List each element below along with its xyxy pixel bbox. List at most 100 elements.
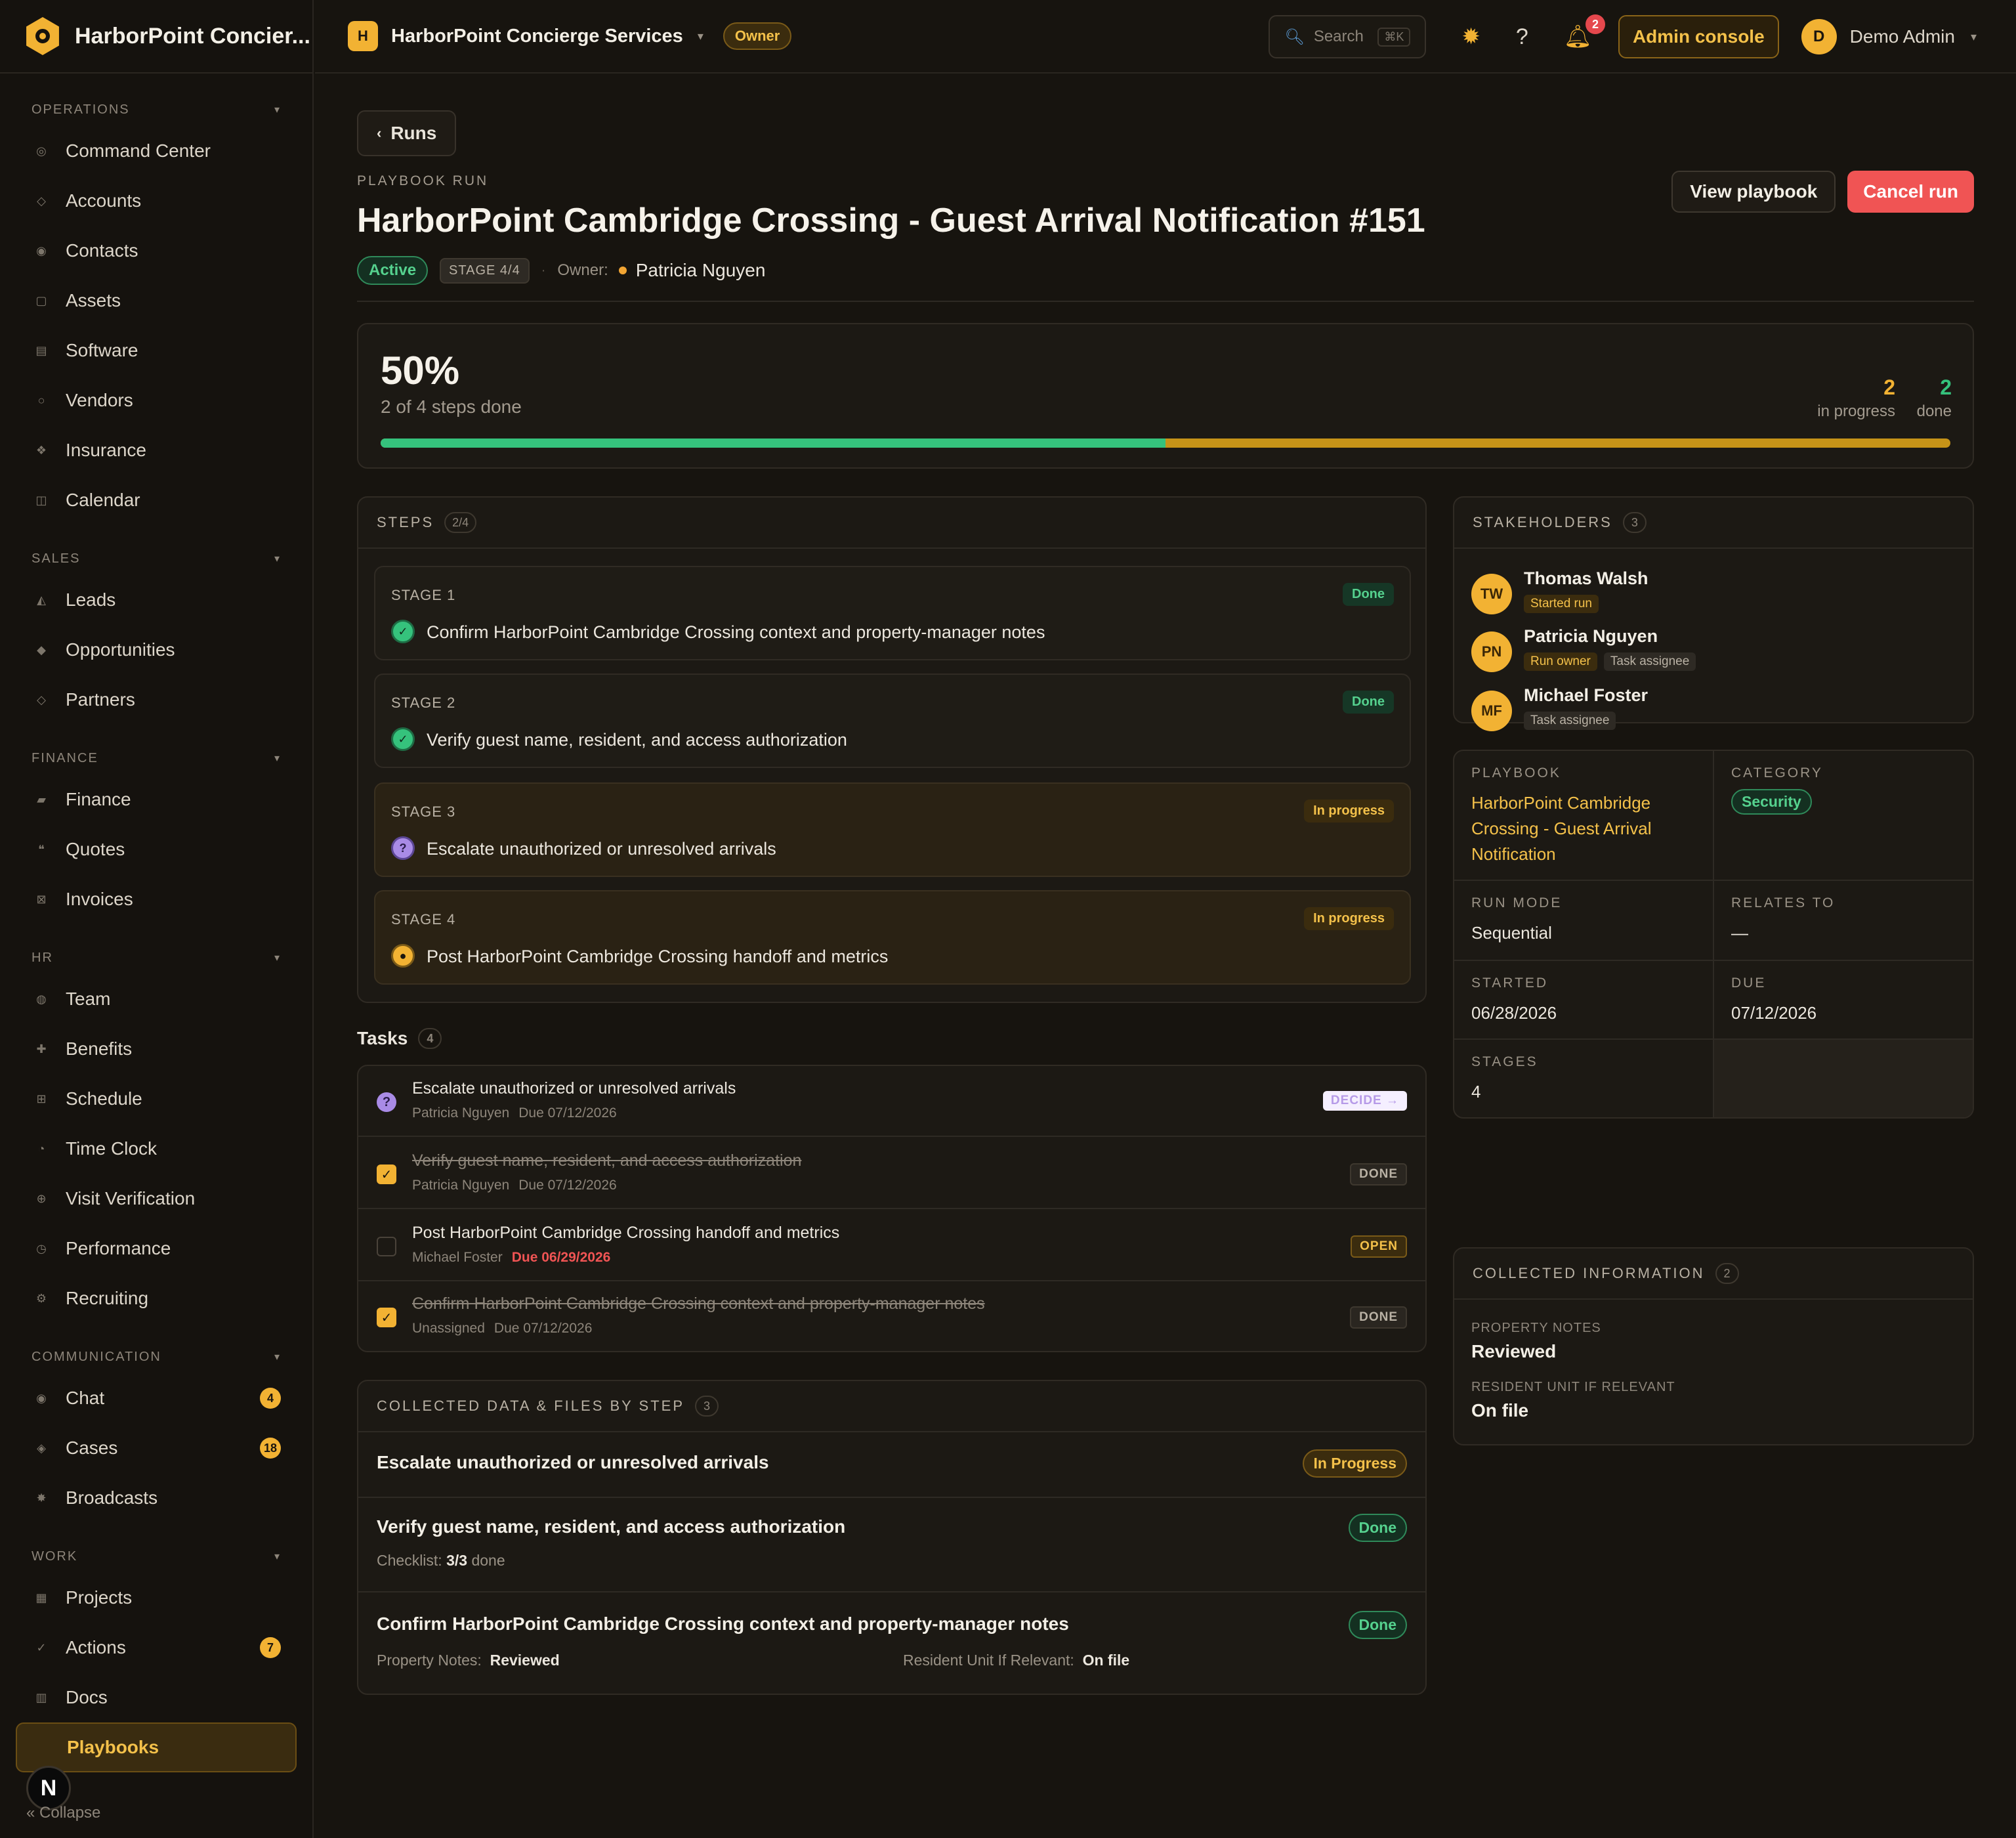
task-row[interactable]: ✓ Verify guest name, resident, and acces…	[358, 1138, 1425, 1209]
theme-toggle-icon[interactable]: ✹	[1461, 24, 1480, 50]
checklist-suffix: done	[471, 1552, 505, 1569]
collapse-sidebar-button[interactable]: « Collapse	[26, 1804, 100, 1822]
admin-console-button[interactable]: Admin console	[1618, 15, 1779, 58]
nav-heading-hr[interactable]: HR ▾	[0, 941, 312, 974]
detail-label: PLAYBOOK	[1471, 765, 1561, 780]
progress-bar	[381, 438, 1950, 448]
detail-started: STARTED 06/28/2026	[1454, 961, 1714, 1040]
checkbox-checked-icon[interactable]: ✓	[377, 1308, 396, 1327]
sidebar-item-projects[interactable]: ▦ Projects	[0, 1573, 312, 1623]
info-value: Reviewed	[1471, 1341, 1557, 1361]
chevron-down-icon[interactable]: ▾	[698, 30, 704, 43]
search-shortcut: ⌘K	[1377, 27, 1411, 47]
decide-button[interactable]: DECIDE →	[1322, 1091, 1407, 1111]
role-tag: Task assignee	[1524, 712, 1616, 730]
stage-card[interactable]: STAGE 4 ● Post HarborPoint Cambridge Cro…	[374, 890, 1411, 985]
collected-data-row[interactable]: Escalate unauthorized or unresolved arri…	[358, 1432, 1425, 1497]
stage-card[interactable]: STAGE 3 ? Escalate unauthorized or unres…	[374, 782, 1411, 877]
view-playbook-button[interactable]: View playbook	[1671, 171, 1836, 213]
stakeholder-roles: Started run	[1524, 595, 1605, 613]
question-circle-icon[interactable]: ?	[377, 1092, 396, 1112]
sidebar-item-recruiting[interactable]: ⚙ Recruiting	[0, 1273, 312, 1323]
detail-label: RELATES TO	[1731, 895, 1836, 910]
nav-heading-communication[interactable]: COMMUNICATION ▾	[0, 1340, 312, 1373]
sidebar-item-opportunities[interactable]: ◆ Opportunities	[0, 625, 312, 675]
sidebar-item-insurance[interactable]: ❖ Insurance	[0, 425, 312, 475]
quote-icon: ❝	[38, 842, 45, 856]
sidebar-item-label: Finance	[66, 789, 131, 809]
stakeholders-card: STAKEHOLDERS 3 TW Thomas Walsh Started ru…	[1453, 496, 1974, 731]
stage-card[interactable]: STAGE 2 ✓ Verify guest name, resident, a…	[374, 673, 1411, 768]
brand-header[interactable]: HarborPoint Concier...	[0, 0, 312, 74]
done-label: done	[1916, 402, 1952, 420]
sidebar-item-team[interactable]: ◍ Team	[0, 974, 312, 1024]
sidebar-item-docs[interactable]: ▥ Docs	[0, 1673, 312, 1722]
circle-icon: ○	[37, 393, 45, 407]
check-circle-icon: ✓	[391, 727, 415, 751]
nav-heading-sales[interactable]: SALES ▾	[0, 542, 312, 575]
collected-info-item: PROPERTY NOTES Reviewed	[1471, 1321, 1601, 1362]
user-name[interactable]: Demo Admin	[1850, 26, 1955, 47]
stakeholders-count: 3	[1622, 512, 1647, 533]
sidebar-item-actions[interactable]: ✓ Actions 7	[0, 1623, 312, 1673]
chevron-down-icon[interactable]: ▾	[1971, 30, 1977, 44]
sidebar-item-quotes[interactable]: ❝ Quotes	[0, 824, 312, 874]
chevron-down-icon: ▾	[274, 553, 281, 565]
collected-data-row[interactable]: Confirm HarborPoint Cambridge Crossing c…	[358, 1591, 1425, 1690]
search-input[interactable]: 🔍︎ Search ⌘K	[1269, 15, 1427, 58]
collected-step-status: Done	[1348, 1514, 1407, 1542]
owner-name[interactable]: Patricia Nguyen	[636, 260, 766, 281]
sidebar-item-assets[interactable]: ▢ Assets	[0, 276, 312, 326]
stage-card[interactable]: STAGE 1 ✓ Confirm HarborPoint Cambridge …	[374, 566, 1411, 660]
team-icon: ◍	[36, 992, 47, 1006]
task-row[interactable]: Post HarborPoint Cambridge Crossing hand…	[358, 1210, 1425, 1281]
nav-heading-work[interactable]: WORK ▾	[0, 1540, 312, 1573]
stage-text: Confirm HarborPoint Cambridge Crossing c…	[427, 622, 1045, 642]
workspace-icon[interactable]: H	[348, 21, 378, 51]
stage-text: Post HarborPoint Cambridge Crossing hand…	[427, 947, 889, 966]
collected-data-row[interactable]: Verify guest name, resident, and access …	[358, 1497, 1425, 1591]
sidebar-item-broadcasts[interactable]: ✸ Broadcasts	[0, 1473, 312, 1523]
task-row[interactable]: ✓ Confirm HarborPoint Cambridge Crossing…	[358, 1281, 1425, 1351]
sidebar-item-finance[interactable]: ▰ Finance	[0, 775, 312, 824]
sidebar-item-playbooks[interactable]: Playbooks	[16, 1722, 297, 1772]
sidebar-item-benefits[interactable]: ✚ Benefits	[0, 1024, 312, 1074]
nav-heading-operations[interactable]: OPERATIONS ▾	[0, 93, 312, 126]
cancel-run-button[interactable]: Cancel run	[1847, 171, 1974, 213]
bell-icon[interactable]: 🔔︎ 2	[1564, 14, 1605, 50]
sidebar-item-chat[interactable]: ◉ Chat 4	[0, 1373, 312, 1423]
detail-value: —	[1731, 923, 1748, 943]
nav-heading-finance[interactable]: FINANCE ▾	[0, 742, 312, 775]
playbook-link[interactable]: HarborPoint Cambridge Crossing - Guest A…	[1471, 790, 1696, 867]
sidebar-item-performance[interactable]: ◷ Performance	[0, 1224, 312, 1273]
sidebar-item-visit-verification[interactable]: ⊕ Visit Verification	[0, 1174, 312, 1224]
sidebar-item-vendors[interactable]: ○ Vendors	[0, 375, 312, 425]
field-value: Reviewed	[490, 1652, 560, 1669]
sidebar-item-command-center[interactable]: ◎ Command Center	[0, 126, 312, 176]
person-icon: ◉	[36, 244, 47, 257]
sidebar-item-leads[interactable]: ◭ Leads	[0, 575, 312, 625]
checkbox-empty-icon[interactable]	[377, 1237, 396, 1256]
sidebar-item-schedule[interactable]: ⊞ Schedule	[0, 1074, 312, 1124]
sidebar-item-cases[interactable]: ◈ Cases 18	[0, 1423, 312, 1473]
card-icon: ▰	[37, 792, 46, 806]
workspace-name[interactable]: HarborPoint Concierge Services	[391, 26, 683, 47]
task-row[interactable]: ? Escalate unauthorized or unresolved ar…	[358, 1066, 1425, 1137]
info-label: PROPERTY NOTES	[1471, 1321, 1601, 1335]
sidebar-item-invoices[interactable]: ⊠ Invoices	[0, 874, 312, 924]
checkbox-checked-icon[interactable]: ✓	[377, 1165, 396, 1184]
sidebar-item-time-clock[interactable]: ◔ Time Clock	[0, 1124, 312, 1174]
avatar[interactable]: D	[1801, 19, 1837, 54]
back-to-runs-button[interactable]: ‹ Runs	[357, 110, 457, 156]
sidebar-item-contacts[interactable]: ◉ Contacts	[0, 226, 312, 276]
sidebar-item-partners[interactable]: ◇ Partners	[0, 675, 312, 725]
progress-card: 50% 2 of 4 steps done 2 in progress 2 do…	[357, 323, 1974, 469]
target-icon: ◎	[36, 144, 47, 158]
sidebar-item-software[interactable]: ▤ Software	[0, 326, 312, 375]
help-icon[interactable]: ?	[1516, 24, 1528, 50]
sidebar-item-accounts[interactable]: ◇ Accounts	[0, 176, 312, 226]
sidebar-item-label: Software	[66, 340, 138, 360]
sidebar-item-calendar[interactable]: ◫ Calendar	[0, 475, 312, 525]
detail-stages: STAGES 4	[1454, 1040, 1714, 1117]
check-icon: ✓	[36, 1640, 47, 1654]
